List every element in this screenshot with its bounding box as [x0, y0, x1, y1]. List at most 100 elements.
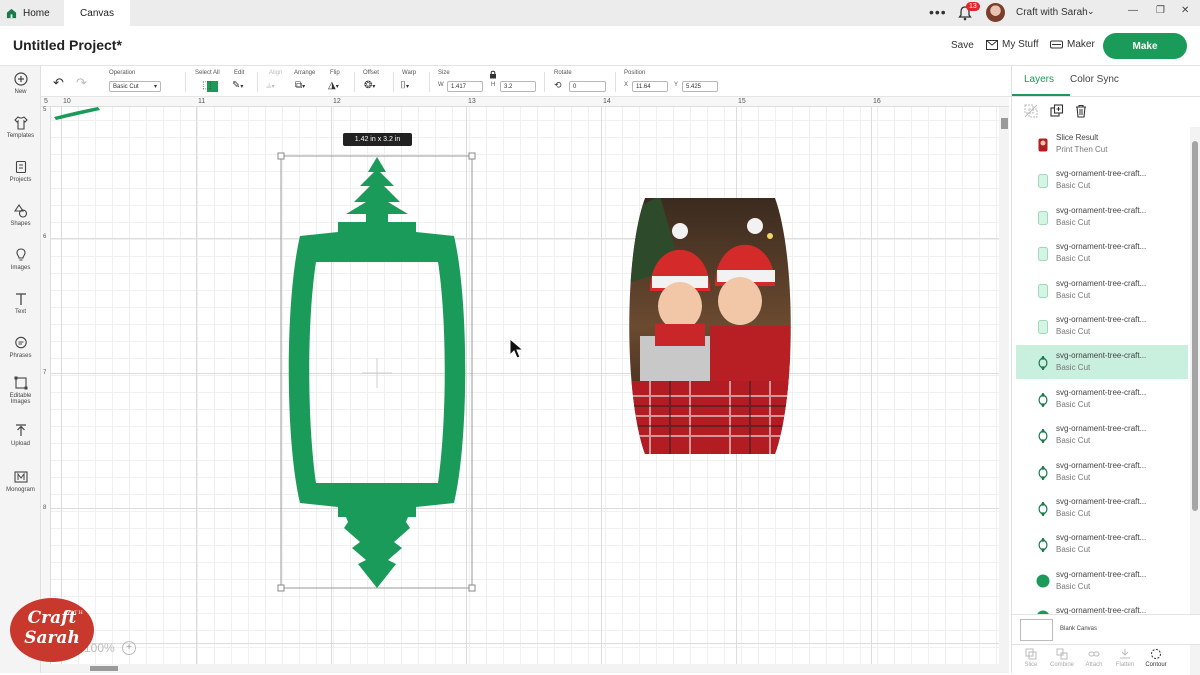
- tab-canvas[interactable]: Canvas: [64, 0, 130, 26]
- rotate-input[interactable]: 0: [569, 81, 606, 92]
- toolbar-new[interactable]: New: [0, 72, 41, 95]
- layer-row[interactable]: svg-ornament-tree-craft... Basic Cut: [1016, 527, 1188, 561]
- size-label: Size: [438, 70, 450, 76]
- canvas-vertical-scrollbar[interactable]: [999, 107, 1009, 664]
- select-all-icon[interactable]: ⬚: [202, 80, 211, 91]
- layer-row[interactable]: svg-ornament-tree-craft... Basic Cut: [1016, 491, 1188, 525]
- toolbar-text[interactable]: Text: [0, 292, 41, 315]
- tab-home-label: Home: [23, 7, 50, 19]
- layer-row[interactable]: svg-ornament-tree-craft... Basic Cut: [1016, 345, 1188, 380]
- flip-icon[interactable]: ◮▾: [328, 80, 339, 91]
- layer-operation-type: Basic Cut: [1056, 399, 1091, 409]
- attach-button[interactable]: Attach: [1080, 648, 1108, 668]
- minimize-icon[interactable]: —: [1128, 5, 1138, 16]
- home-icon: [6, 8, 17, 18]
- offset-icon[interactable]: ❂▾: [364, 80, 375, 91]
- divider: [393, 72, 394, 92]
- save-button[interactable]: Save: [951, 40, 974, 51]
- canvas-horizontal-scrollbar[interactable]: [41, 664, 1009, 673]
- ruler-horizontal: 5 10 11 12 13 14 15 16: [41, 97, 1009, 107]
- undo-icon[interactable]: ↶: [53, 75, 64, 91]
- notification-badge: 13: [966, 2, 980, 11]
- upload-icon: [15, 424, 26, 436]
- logo-text-with: WITH: [65, 610, 84, 616]
- layer-thumbnail-icon: [1038, 138, 1048, 157]
- pencil-icon[interactable]: ✎▾: [232, 80, 243, 91]
- make-button[interactable]: Make: [1103, 33, 1187, 59]
- avatar[interactable]: [986, 3, 1005, 22]
- maker-button[interactable]: Maker: [1050, 39, 1095, 50]
- machine-icon: [1050, 40, 1063, 49]
- toolbar-monogram[interactable]: Monogram: [0, 470, 41, 493]
- attach-icon: [1088, 651, 1100, 657]
- layer-row[interactable]: svg-ornament-tree-craft... Basic Cut: [1016, 418, 1188, 452]
- h-label: H: [491, 82, 496, 88]
- tab-home[interactable]: Home: [6, 0, 64, 26]
- layer-row[interactable]: svg-ornament-tree-craft... Basic Cut: [1016, 236, 1188, 270]
- my-stuff-button[interactable]: My Stuff: [986, 39, 1039, 50]
- canvas-vertical-scroll-thumb[interactable]: [1001, 118, 1008, 129]
- toolbar-phrases[interactable]: Phrases: [0, 336, 41, 359]
- layer-row[interactable]: svg-ornament-tree-craft... Basic Cut: [1016, 564, 1188, 598]
- align-icon[interactable]: ⫨▾: [266, 80, 275, 91]
- layer-name: svg-ornament-tree-craft...: [1056, 387, 1147, 397]
- layers-scroll-thumb[interactable]: [1192, 141, 1198, 511]
- toolbar-templates[interactable]: Templates: [0, 116, 41, 139]
- blank-canvas-row[interactable]: Blank Canvas: [1012, 614, 1200, 644]
- layer-row[interactable]: svg-ornament-tree-craft... Basic Cut: [1016, 200, 1188, 234]
- redo-icon[interactable]: ↷: [76, 75, 87, 91]
- toolbar-projects[interactable]: Projects: [0, 160, 41, 183]
- layer-row[interactable]: svg-ornament-tree-craft... Basic Cut: [1016, 455, 1188, 489]
- operation-select[interactable]: Basic Cut ▾: [109, 81, 161, 92]
- layer-thumbnail-icon: [1038, 283, 1048, 303]
- y-position-input[interactable]: 5.425: [682, 81, 718, 92]
- tab-layers[interactable]: Layers: [1024, 74, 1054, 85]
- tab-color-sync[interactable]: Color Sync: [1070, 74, 1119, 85]
- toolbar-upload[interactable]: Upload: [0, 424, 41, 447]
- x-position-input[interactable]: 11.64: [632, 81, 668, 92]
- plus-circle-icon: [13, 72, 28, 86]
- partial-green-shape[interactable]: [52, 107, 112, 121]
- warp-label: Warp: [402, 70, 417, 76]
- contour-button[interactable]: Contour: [1142, 648, 1170, 668]
- flatten-label: Flatten: [1115, 662, 1135, 668]
- flatten-button[interactable]: Flatten: [1111, 648, 1139, 668]
- layer-row[interactable]: Slice Result Print Then Cut: [1016, 127, 1188, 161]
- layer-row[interactable]: svg-ornament-tree-craft... Basic Cut: [1016, 163, 1188, 197]
- maximize-icon[interactable]: ❐: [1156, 5, 1165, 16]
- toolbar-text-label: Text: [14, 309, 26, 315]
- width-input[interactable]: 1.417: [447, 81, 483, 92]
- design-canvas[interactable]: [41, 97, 1009, 664]
- ornament-frame-shape[interactable]: [270, 150, 485, 595]
- zoom-in-button[interactable]: +: [122, 641, 136, 655]
- layer-operation-type: Basic Cut: [1056, 545, 1091, 555]
- warp-icon[interactable]: ⌷▾: [400, 80, 409, 91]
- layer-name: svg-ornament-tree-craft...: [1056, 497, 1147, 506]
- toolbar-shapes[interactable]: Shapes: [0, 204, 41, 227]
- layer-row[interactable]: svg-ornament-tree-craft... Basic Cut: [1016, 309, 1188, 343]
- duplicate-icon[interactable]: [1050, 104, 1064, 118]
- close-icon[interactable]: ✕: [1181, 5, 1189, 16]
- group-icon[interactable]: [1024, 104, 1038, 118]
- height-input[interactable]: 3.2: [500, 81, 536, 92]
- slice-result-photo[interactable]: [620, 196, 800, 456]
- toolbar-shapes-label: Shapes: [10, 221, 31, 227]
- toolbar-upload-label: Upload: [10, 441, 30, 447]
- page-title[interactable]: Untitled Project*: [13, 37, 122, 53]
- toolbar-editable-images[interactable]: Editable Images: [0, 376, 41, 405]
- layer-row[interactable]: svg-ornament-tree-craft... Basic Cut: [1016, 273, 1188, 307]
- combine-button[interactable]: Combine: [1048, 648, 1076, 668]
- lock-icon[interactable]: [489, 70, 497, 79]
- slice-button[interactable]: Slice: [1017, 648, 1045, 668]
- toolbar-images[interactable]: Images: [0, 248, 41, 271]
- ruler-tick: 7: [43, 370, 47, 376]
- ruler-vertical: 5 6 7 8: [41, 107, 51, 664]
- canvas-horizontal-scroll-thumb[interactable]: [90, 666, 118, 671]
- layer-thumbnail-icon: [1038, 355, 1048, 375]
- user-name[interactable]: Craft with Sarah: [1016, 7, 1088, 18]
- trash-icon[interactable]: [1074, 104, 1088, 118]
- more-options-icon[interactable]: •••: [929, 4, 947, 20]
- chevron-down-icon[interactable]: ⌄: [1087, 6, 1095, 17]
- layer-row[interactable]: svg-ornament-tree-craft... Basic Cut: [1016, 382, 1188, 416]
- arrange-icon[interactable]: ⧉▾: [295, 80, 305, 91]
